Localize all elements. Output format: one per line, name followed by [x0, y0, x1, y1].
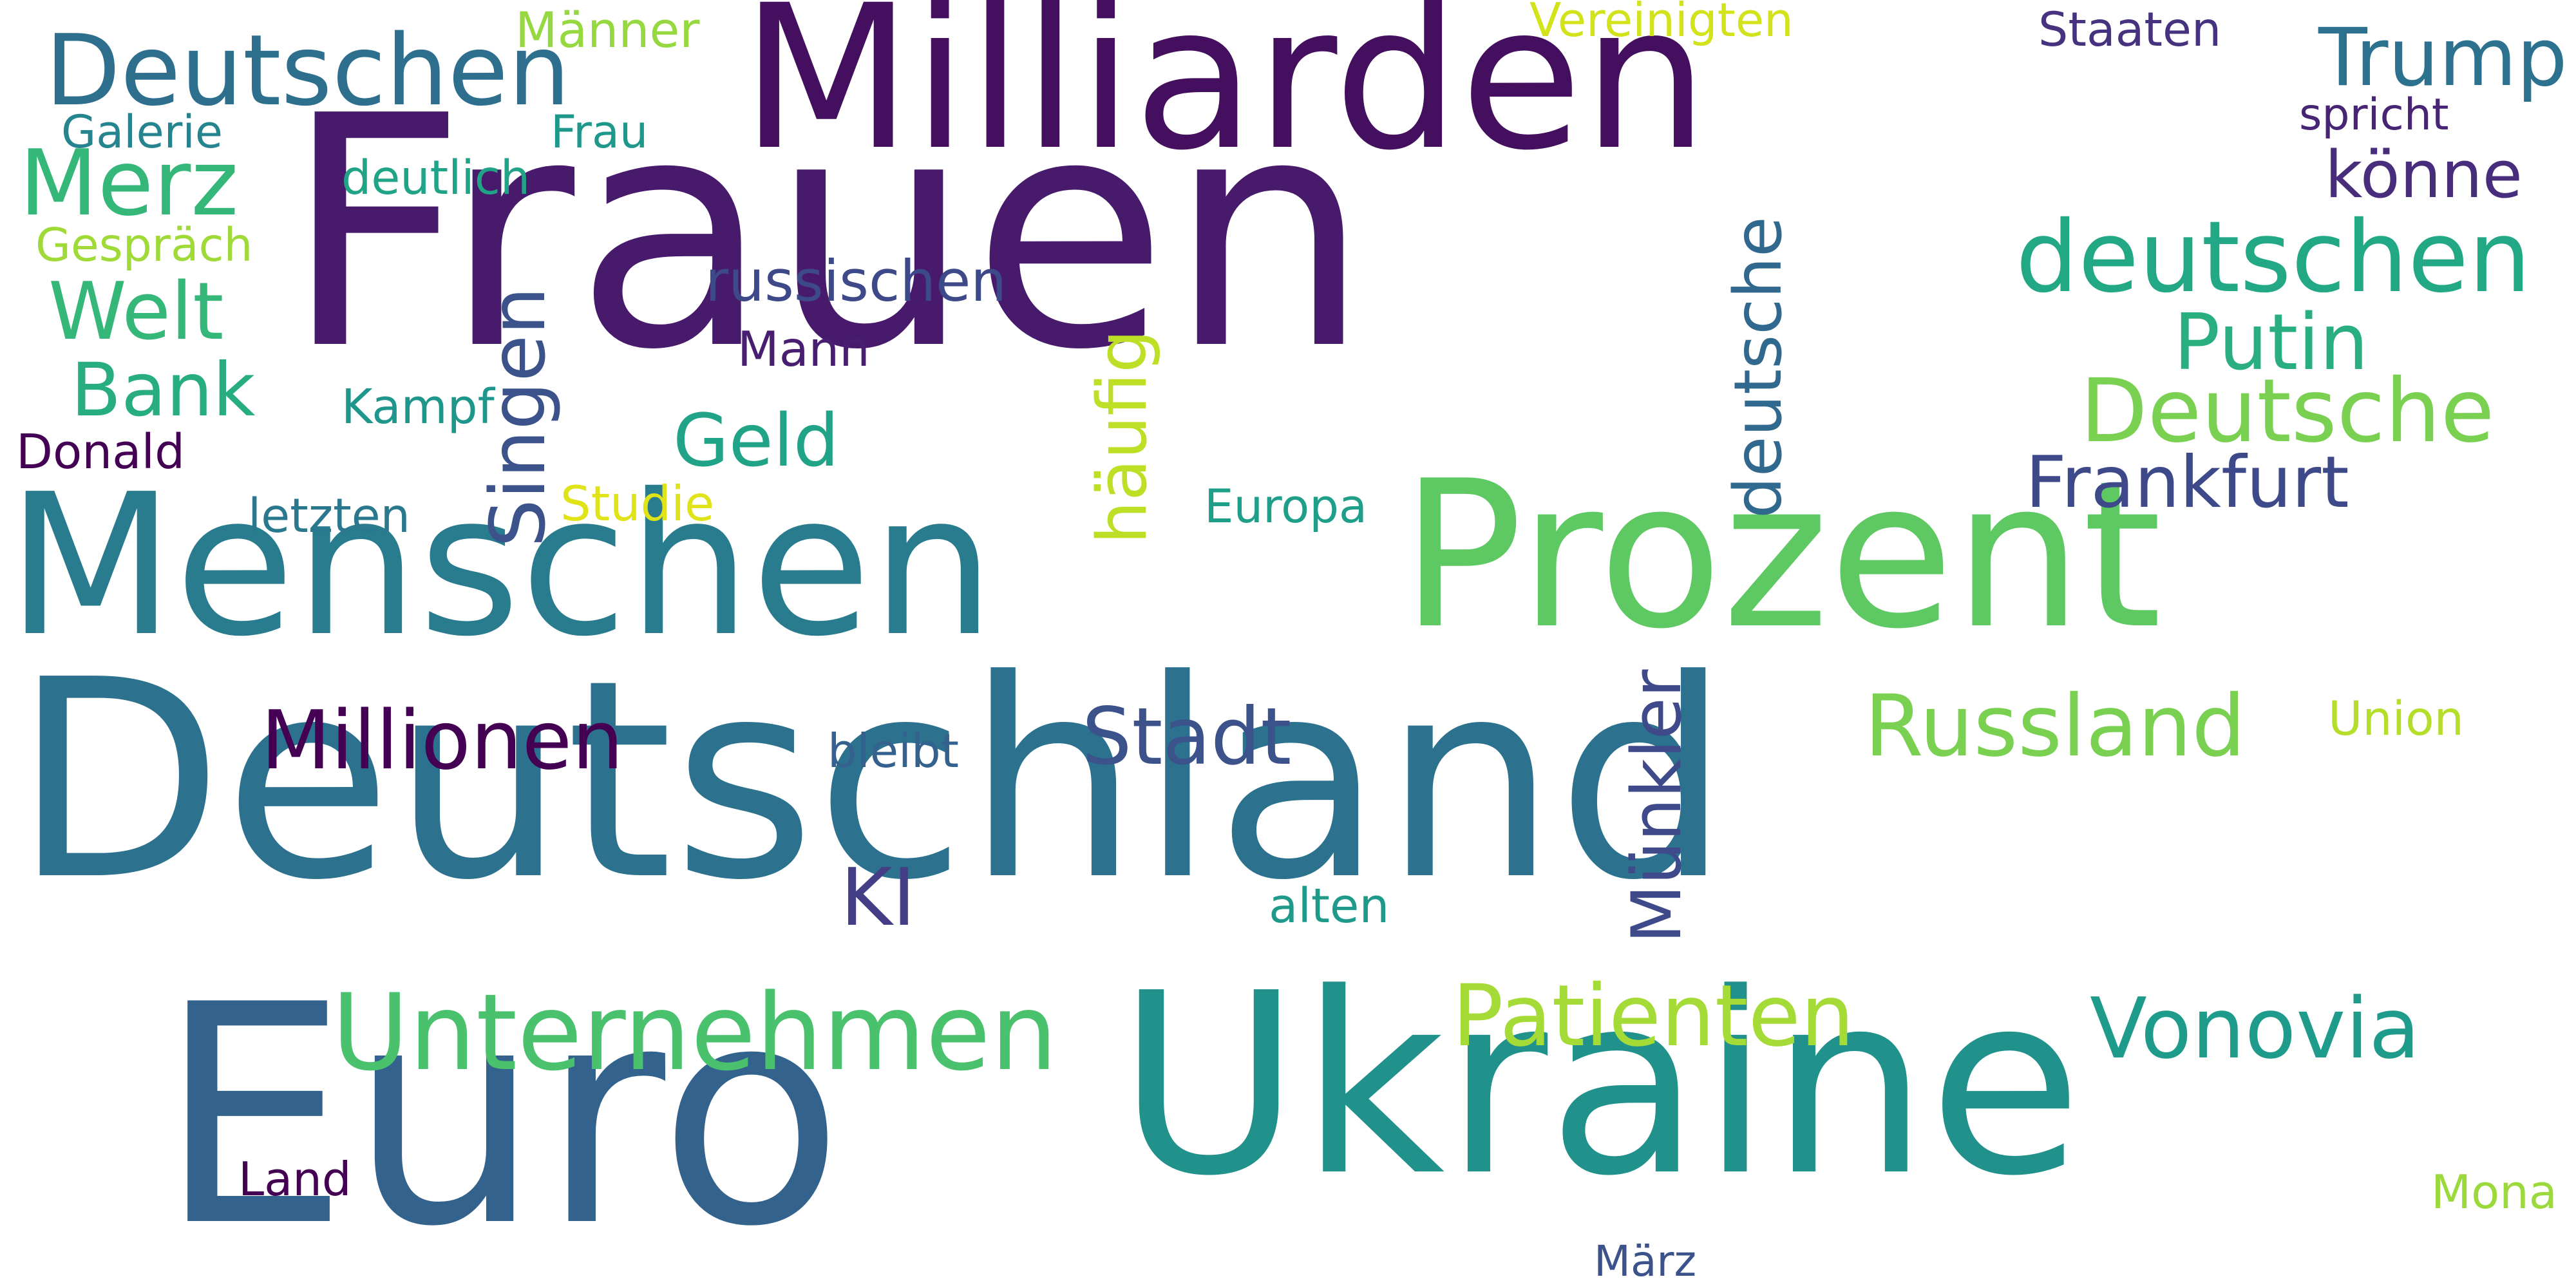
word-studie: Studie: [560, 475, 715, 532]
word-europa: Europa: [1204, 478, 1368, 533]
word-deutsche-lower: deutsche: [1720, 216, 1797, 518]
word-koenne: könne: [2325, 136, 2523, 213]
word-ki: KI: [840, 851, 916, 944]
word-mona: Mona: [2431, 1164, 2557, 1219]
word-union: Union: [2328, 691, 2464, 746]
word-russischen: russischen: [705, 247, 1007, 314]
word-letzten: letzten: [248, 488, 410, 544]
word-staaten: Staaten: [2038, 2, 2222, 57]
word-frau: Frau: [551, 106, 649, 159]
word-cloud: Deutschland Frauen Euro Ukraine Menschen…: [0, 0, 2576, 1288]
word-vereinigten: Vereinigten: [1530, 0, 1794, 47]
word-vonovia: Vonovia: [2090, 979, 2421, 1077]
word-stadt: Stadt: [1082, 690, 1292, 782]
word-kampf: Kampf: [341, 379, 495, 435]
word-patienten: Patienten: [1452, 966, 1855, 1066]
word-muenkler: Münkler: [1617, 669, 1696, 943]
word-maenner: Männer: [515, 1, 700, 59]
word-land: Land: [238, 1151, 352, 1206]
word-galerie: Galerie: [61, 106, 223, 159]
word-deutschen-upper: Deutschen: [45, 13, 571, 128]
word-putin: Putin: [2174, 298, 2369, 388]
word-geld: Geld: [673, 399, 839, 484]
word-deutschen-lower: deutschen: [2016, 200, 2532, 315]
word-spricht: spricht: [2299, 90, 2449, 141]
word-gespraech: Gespräch: [35, 218, 253, 272]
word-donald: Donald: [16, 424, 185, 480]
word-unternehmen: Unternehmen: [332, 971, 1058, 1095]
word-welt: Welt: [48, 265, 224, 358]
word-maerz: März: [1594, 1236, 1697, 1286]
word-mann: Mann: [737, 320, 870, 377]
word-trump: Trump: [2318, 11, 2568, 104]
word-singen: Singen: [473, 287, 562, 547]
word-bleibt: bleibt: [828, 723, 959, 778]
word-haeufig: häufig: [1083, 329, 1162, 544]
word-alten: alten: [1269, 878, 1390, 934]
word-millionen: Millionen: [261, 693, 624, 788]
word-deutlich: deutlich: [341, 150, 531, 205]
word-bank: Bank: [71, 347, 256, 433]
word-frankfurt: Frankfurt: [2025, 441, 2349, 525]
word-russland: Russland: [1864, 676, 2246, 776]
